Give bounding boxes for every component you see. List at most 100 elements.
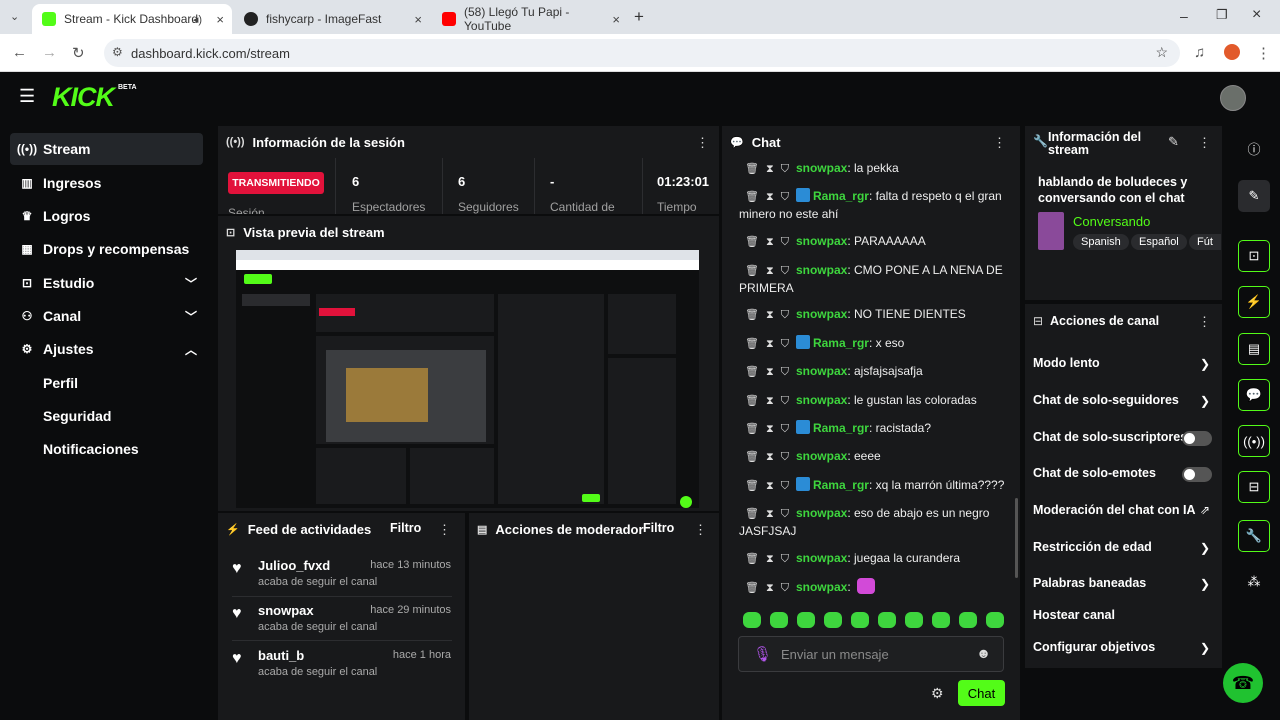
site-info-icon[interactable]: ⚙ xyxy=(112,45,123,59)
chat-username[interactable]: snowpax xyxy=(796,263,847,277)
hamburger-menu-icon[interactable]: ☰ xyxy=(19,86,35,107)
sidebar-subitem-perfil[interactable]: Perfil xyxy=(43,375,78,391)
shield-icon[interactable]: ⛉ xyxy=(781,423,789,435)
shield-icon[interactable]: ⛉ xyxy=(781,366,789,378)
window-close-icon[interactable]: × xyxy=(1252,6,1261,24)
timeout-icon[interactable]: ⧗ xyxy=(766,191,774,203)
media-control-icon[interactable]: ♫ xyxy=(1194,44,1205,61)
trash-icon[interactable]: 🗑 xyxy=(745,582,759,594)
shield-icon[interactable]: ⛉ xyxy=(781,236,789,248)
trash-icon[interactable]: 🗑 xyxy=(745,163,759,175)
close-icon[interactable]: × xyxy=(612,12,620,27)
timeout-icon[interactable]: ⧗ xyxy=(766,163,774,175)
kick-logo[interactable]: KICK xyxy=(52,82,115,113)
feed-filter-button[interactable]: Filtro xyxy=(390,521,421,535)
trash-icon[interactable]: 🗑 xyxy=(745,395,759,407)
trash-icon[interactable]: 🗑 xyxy=(745,191,759,203)
activity-bolt-icon[interactable]: ⚡ xyxy=(1238,286,1270,318)
microphone-icon[interactable]: 🎙 xyxy=(753,645,772,663)
channel-action-item[interactable]: Chat de solo-emotes xyxy=(1025,466,1222,486)
timeout-icon[interactable]: ⧗ xyxy=(766,582,774,594)
trash-icon[interactable]: 🗑 xyxy=(745,553,759,565)
trash-icon[interactable]: 🗑 xyxy=(745,309,759,321)
chat-username[interactable]: snowpax xyxy=(796,364,847,378)
shield-icon[interactable]: ⛉ xyxy=(781,553,789,565)
stream-preview-video[interactable] xyxy=(236,250,699,508)
channel-action-item[interactable]: Chat de solo-suscriptores xyxy=(1025,430,1222,450)
sidebar-item-stream[interactable]: ((•)) Stream xyxy=(10,133,203,165)
speaker-icon[interactable]: ◂) xyxy=(193,13,202,26)
chat-message[interactable]: 🗑 ⧗ ⛉ Rama_rgr: falta d respeto q el gran m… xyxy=(739,188,1007,223)
chat-send-button[interactable]: Chat xyxy=(958,680,1005,706)
timeout-icon[interactable]: ⧗ xyxy=(766,480,774,492)
trash-icon[interactable]: 🗑 xyxy=(745,366,759,378)
close-icon[interactable]: × xyxy=(216,12,224,27)
shield-icon[interactable]: ⛉ xyxy=(781,451,789,463)
channel-action-item[interactable]: Modo lento ❯ xyxy=(1025,356,1222,376)
more-options-icon[interactable]: ⋮ xyxy=(694,522,707,538)
timeout-icon[interactable]: ⧗ xyxy=(766,423,774,435)
chat-username[interactable]: snowpax xyxy=(796,580,847,594)
chat-message[interactable]: 🗑 ⧗ ⛉ snowpax: xyxy=(739,578,1007,597)
channel-action-item[interactable]: Moderación del chat con IA ⇗ xyxy=(1025,503,1222,523)
more-options-icon[interactable]: ⋮ xyxy=(696,135,709,151)
emoji-icon[interactable]: ☻ xyxy=(976,645,991,661)
emote-icon[interactable] xyxy=(770,612,788,628)
shield-icon[interactable]: ⛉ xyxy=(781,309,789,321)
sidebar-item-canal[interactable]: ⚇ Canal ﹀ xyxy=(10,300,203,332)
edit-icon[interactable]: ✎ xyxy=(1238,180,1270,212)
shield-icon[interactable]: ⛉ xyxy=(781,265,789,277)
emote-icon[interactable] xyxy=(743,612,761,628)
shield-icon[interactable]: ⛉ xyxy=(781,582,789,594)
emote-icon[interactable] xyxy=(986,612,1004,628)
url-input[interactable]: ⚙ dashboard.kick.com/stream ☆ xyxy=(104,39,1180,67)
trash-icon[interactable]: 🗑 xyxy=(745,338,759,350)
chat-icon[interactable]: 💬 xyxy=(1238,379,1270,411)
chat-username[interactable]: snowpax xyxy=(796,506,847,520)
chat-username[interactable]: snowpax xyxy=(796,449,847,463)
bookmark-star-icon[interactable]: ☆ xyxy=(1155,44,1168,61)
tag-chip[interactable]: Fút xyxy=(1189,234,1221,250)
shield-icon[interactable]: ⛉ xyxy=(781,191,789,203)
trash-icon[interactable]: 🗑 xyxy=(745,508,759,520)
chat-username[interactable]: Rama_rgr xyxy=(813,336,869,350)
chat-message[interactable]: 🗑 ⧗ ⛉ Rama_rgr: x eso xyxy=(739,335,1007,353)
browser-menu-icon[interactable]: ⋮ xyxy=(1256,44,1271,62)
chat-username[interactable]: snowpax xyxy=(796,307,847,321)
timeout-icon[interactable]: ⧗ xyxy=(766,508,774,520)
preview-toggle-icon[interactable]: ⊡ xyxy=(1238,240,1270,272)
chat-settings-icon[interactable]: ⚙ xyxy=(931,685,944,702)
trash-icon[interactable]: 🗑 xyxy=(745,480,759,492)
document-icon[interactable]: ▤ xyxy=(1238,333,1270,365)
emote-icon[interactable] xyxy=(878,612,896,628)
trash-icon[interactable]: 🗑 xyxy=(745,423,759,435)
channel-action-item[interactable]: Palabras baneadas ❯ xyxy=(1025,576,1222,596)
emote-icon[interactable] xyxy=(797,612,815,628)
channel-action-item[interactable]: Restricción de edad ❯ xyxy=(1025,540,1222,560)
toggle-switch[interactable] xyxy=(1182,431,1212,446)
timeout-icon[interactable]: ⧗ xyxy=(766,236,774,248)
more-options-icon[interactable]: ⋮ xyxy=(438,522,451,538)
sidebar-item-ajustes[interactable]: ⚙ Ajustes ︿ xyxy=(10,333,203,365)
trash-icon[interactable]: 🗑 xyxy=(745,451,759,463)
channel-action-item[interactable]: Hostear canal xyxy=(1025,608,1222,628)
forward-icon[interactable]: → xyxy=(42,44,57,61)
mod-filter-button[interactable]: Filtro xyxy=(643,521,674,535)
trash-icon[interactable]: 🗑 xyxy=(745,236,759,248)
channel-action-item[interactable]: Configurar objetivos ❯ xyxy=(1025,640,1222,660)
sidebar-item-drops[interactable]: ▦ Drops y recompensas xyxy=(10,233,203,265)
reload-icon[interactable]: ↻ xyxy=(72,44,85,62)
help-chat-button[interactable]: ☎ xyxy=(1223,663,1263,703)
tag-chip[interactable]: Español xyxy=(1131,234,1187,250)
more-options-icon[interactable]: ⋮ xyxy=(993,135,1006,151)
channel-action-item[interactable]: Chat de solo-seguidores ❯ xyxy=(1025,393,1222,413)
shield-icon[interactable]: ⛉ xyxy=(781,480,789,492)
sidebar-item-logros[interactable]: ♛ Logros xyxy=(10,200,203,232)
toggle-switch[interactable] xyxy=(1182,467,1212,482)
tab-kick-dashboard[interactable]: Stream - Kick Dashboard ◂) × xyxy=(32,4,232,34)
chat-message[interactable]: 🗑 ⧗ ⛉ snowpax: eso de abajo es un negro JAS… xyxy=(739,505,1007,540)
more-options-icon[interactable]: ⋮ xyxy=(1198,314,1211,330)
chat-username[interactable]: Rama_rgr xyxy=(813,421,869,435)
timeout-icon[interactable]: ⧗ xyxy=(766,338,774,350)
timeout-icon[interactable]: ⧗ xyxy=(766,395,774,407)
